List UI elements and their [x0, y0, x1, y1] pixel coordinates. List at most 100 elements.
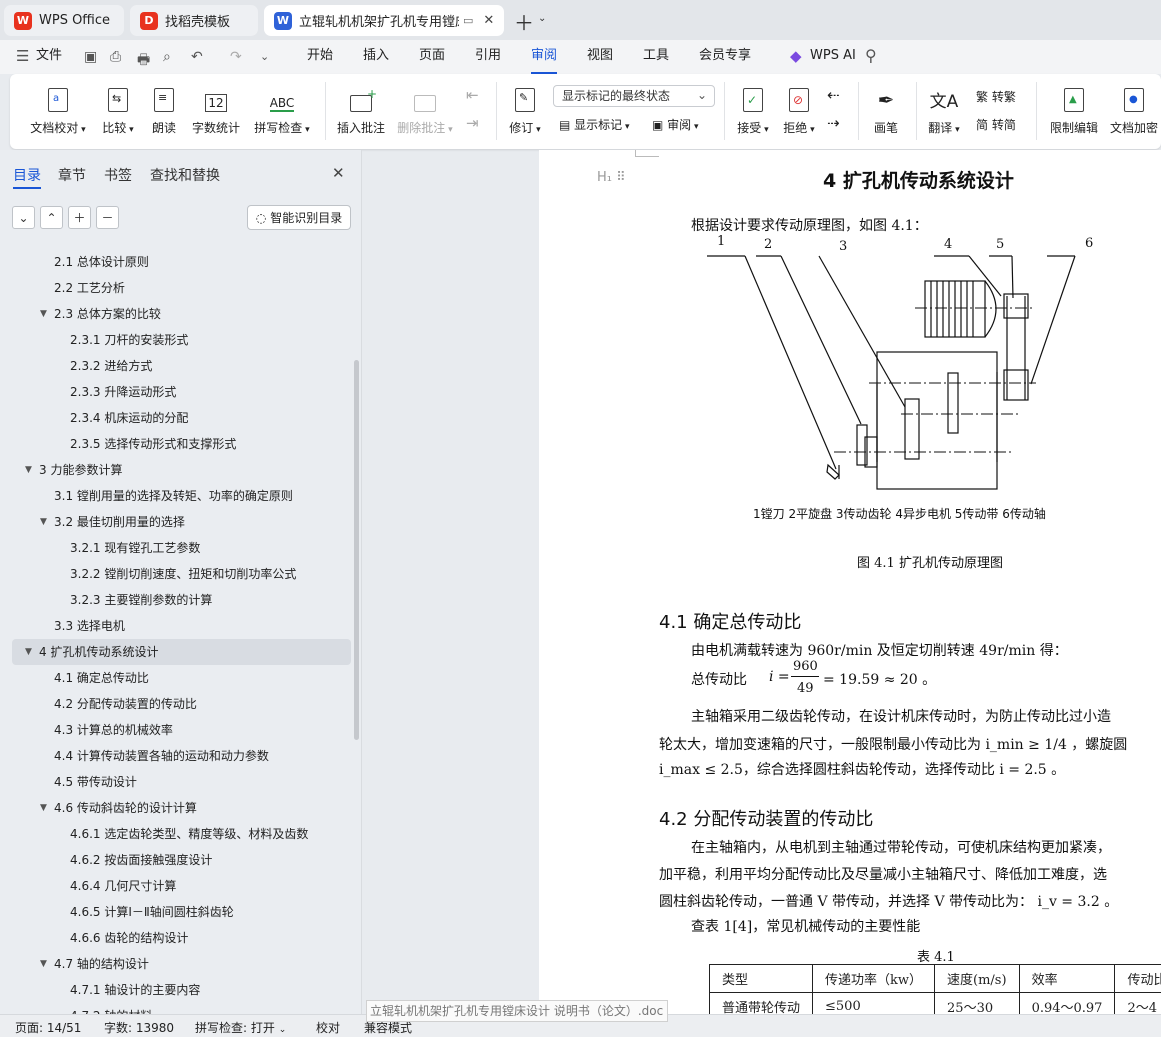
next-comment-icon[interactable]: ⇥ [466, 114, 479, 132]
toc-item[interactable]: 3.2.1 现有镗孔工艺参数 [70, 535, 200, 561]
to-simplified-button[interactable]: 简 转简 [976, 116, 1016, 133]
heading-style-icon[interactable]: H₁ ⠿ [597, 170, 626, 185]
toc-item[interactable]: 4.7.1 轴设计的主要内容 [70, 977, 200, 1003]
menu-home[interactable]: 开始 [307, 40, 333, 74]
toc-item[interactable]: 4.6.5 计算Ⅰ－Ⅱ轴间圆柱斜齿轮 [70, 899, 234, 925]
word-count[interactable]: 字数: 13980 [104, 1019, 174, 1036]
tab-current-document[interactable]: W 立辊轧机机架扩孔机专用镗床设 ▭ ✕ [264, 5, 504, 36]
word-count-button[interactable]: 12 字数统计 [190, 82, 242, 136]
menu-file[interactable]: 文件 [36, 40, 62, 74]
next-change-icon[interactable]: ⇢ [827, 114, 840, 132]
revise-button[interactable]: ✎ 修订 ▾ [504, 82, 546, 136]
accept-button[interactable]: ✓ 接受 ▾ [732, 82, 774, 136]
read-aloud-button[interactable]: ≡ 朗读 [148, 82, 180, 136]
menu-insert[interactable]: 插入 [363, 40, 389, 74]
collapse-all-button[interactable]: ⌃ [40, 206, 63, 229]
tab-docer-templates[interactable]: D 找稻壳模板 [130, 5, 258, 36]
toc-item[interactable]: 4.4 计算传动装置各轴的运动和动力参数 [54, 743, 269, 769]
tab-chapters[interactable]: 章节 [58, 165, 86, 185]
search-icon[interactable]: ⚲ [865, 46, 877, 65]
expand-all-button[interactable]: ⌄ [12, 206, 35, 229]
toc-item[interactable]: 2.3.1 刀杆的安装形式 [70, 327, 188, 353]
toc-item[interactable]: 3.3 选择电机 [54, 613, 125, 639]
menu-references[interactable]: 引用 [475, 40, 501, 74]
demote-button[interactable]: － [96, 206, 119, 229]
toc-item[interactable]: 4.3 计算总的机械效率 [54, 717, 173, 743]
tab-find-replace[interactable]: 查找和替换 [150, 165, 220, 185]
promote-button[interactable]: ＋ [68, 206, 91, 229]
collapse-caret-icon[interactable]: ▼ [25, 465, 32, 475]
new-tab-plus-icon[interactable]: ＋ [514, 7, 534, 36]
toc-item[interactable]: 2.1 总体设计原则 [54, 249, 149, 275]
spell-check-button[interactable]: ABC 拼写检查 ▾ [250, 82, 314, 136]
scrollbar[interactable] [354, 360, 359, 740]
spell-check-status[interactable]: 拼写检查: 打开 ⌄ [195, 1019, 286, 1036]
previous-change-icon[interactable]: ⇠ [827, 86, 840, 104]
to-traditional-button[interactable]: 繁 转繁 [976, 88, 1016, 105]
print-icon[interactable]: 🖶 [137, 49, 150, 73]
show-markup-button[interactable]: ▤ 显示标记 ▾ [559, 116, 630, 133]
close-tab-icon[interactable]: ✕ [483, 13, 494, 28]
menu-wps-ai[interactable]: WPS AI [810, 40, 856, 74]
undo-icon[interactable]: ↶ [191, 49, 203, 65]
toc-item[interactable]: 4.6.2 按齿面接触强度设计 [70, 847, 212, 873]
toc-item[interactable]: 3.2.3 主要镗削参数的计算 [70, 587, 212, 613]
close-pane-icon[interactable]: ✕ [332, 164, 345, 182]
collapse-caret-icon[interactable]: ▼ [40, 309, 47, 319]
toc-item[interactable]: 4.6.4 几何尺寸计算 [70, 873, 176, 899]
pen-button[interactable]: ✒ 画笔 [868, 82, 904, 136]
monitor-icon[interactable]: ▭ [463, 14, 473, 27]
toc-item[interactable]: 2.3.3 升降运动形式 [70, 379, 176, 405]
restrict-edit-button[interactable]: ▲ 限制编辑 [1046, 82, 1102, 136]
toc-item[interactable]: 4.5 带传动设计 [54, 769, 137, 795]
collapse-caret-icon[interactable]: ▼ [25, 647, 32, 657]
page-indicator[interactable]: 页面: 14/51 [15, 1019, 81, 1036]
toc-item[interactable]: 2.2 工艺分析 [54, 275, 125, 301]
tab-toc[interactable]: 目录 [13, 165, 41, 185]
compare-button[interactable]: ⇆ 比较 ▾ [98, 82, 138, 136]
translate-button[interactable]: 文A 翻译 ▾ [924, 82, 964, 136]
review-pane-button[interactable]: ▣ 审阅 ▾ [652, 116, 699, 133]
toc-item[interactable]: 2.3.4 机床运动的分配 [70, 405, 188, 431]
menu-view[interactable]: 视图 [587, 40, 613, 74]
collapse-caret-icon[interactable]: ▼ [40, 959, 47, 969]
toc-item[interactable]: 2.3 总体方案的比较 [54, 301, 161, 327]
delete-comment-button[interactable]: 删除批注 ▾ [394, 82, 456, 136]
export-pdf-icon[interactable]: ⎙ [110, 49, 121, 65]
toc-item[interactable]: 3.2 最佳切削用量的选择 [54, 509, 185, 535]
tab-list-chevron-icon[interactable]: ⌄ [538, 13, 546, 24]
reject-button[interactable]: ⊘ 拒绝 ▾ [778, 82, 820, 136]
redo-icon[interactable]: ↷ [230, 49, 242, 65]
toc-item[interactable]: 4.7 轴的结构设计 [54, 951, 149, 977]
tab-wps-office[interactable]: W WPS Office [4, 5, 124, 36]
toc-item[interactable]: 4.1 确定总传动比 [54, 665, 149, 691]
insert-comment-button[interactable]: + 插入批注 [335, 82, 387, 136]
toc-item[interactable]: 4.6.6 齿轮的结构设计 [70, 925, 188, 951]
quick-access-chevron-icon[interactable]: ⌄ [260, 50, 269, 63]
collapse-caret-icon[interactable]: ▼ [40, 517, 47, 527]
markup-mode-select[interactable]: 显示标记的最终状态 ⌄ [553, 85, 715, 107]
toc-item[interactable]: 2.3.2 进给方式 [70, 353, 152, 379]
toc-item[interactable]: 4 扩孔机传动系统设计 [39, 639, 158, 665]
print-preview-icon[interactable]: ⌕ [163, 49, 171, 65]
menu-review[interactable]: 审阅 [531, 40, 558, 74]
previous-comment-icon[interactable]: ⇤ [466, 86, 479, 104]
proofread-button[interactable]: 校对 [316, 1019, 340, 1036]
toc-item[interactable]: 4.6 传动斜齿轮的设计计算 [54, 795, 197, 821]
hamburger-menu-icon[interactable]: ☰ [16, 47, 29, 65]
toc-item[interactable]: 4.6.1 选定齿轮类型、精度等级、材料及齿数 [70, 821, 308, 847]
toc-item[interactable]: 3.2.2 镗削切削速度、扭矩和切削功率公式 [70, 561, 296, 587]
encrypt-button[interactable]: ● 文档加密 [1106, 82, 1161, 136]
toc-item[interactable]: 2.3.5 选择传动形式和支撑形式 [70, 431, 236, 457]
save-icon[interactable]: ▣ [84, 49, 97, 65]
toc-item[interactable]: 3 力能参数计算 [39, 457, 122, 483]
menu-member[interactable]: 会员专享 [699, 40, 751, 74]
toc-item[interactable]: 3.1 镗削用量的选择及转矩、功率的确定原则 [54, 483, 293, 509]
smart-toc-button[interactable]: ◌ 智能识别目录 [247, 205, 351, 230]
toc-item[interactable]: 4.2 分配传动装置的传动比 [54, 691, 197, 717]
menu-page[interactable]: 页面 [419, 40, 445, 74]
doc-check-button[interactable]: a 文档校对 ▾ [28, 82, 88, 136]
menu-tools[interactable]: 工具 [643, 40, 669, 74]
tab-bookmarks[interactable]: 书签 [104, 165, 132, 185]
collapse-caret-icon[interactable]: ▼ [40, 803, 47, 813]
